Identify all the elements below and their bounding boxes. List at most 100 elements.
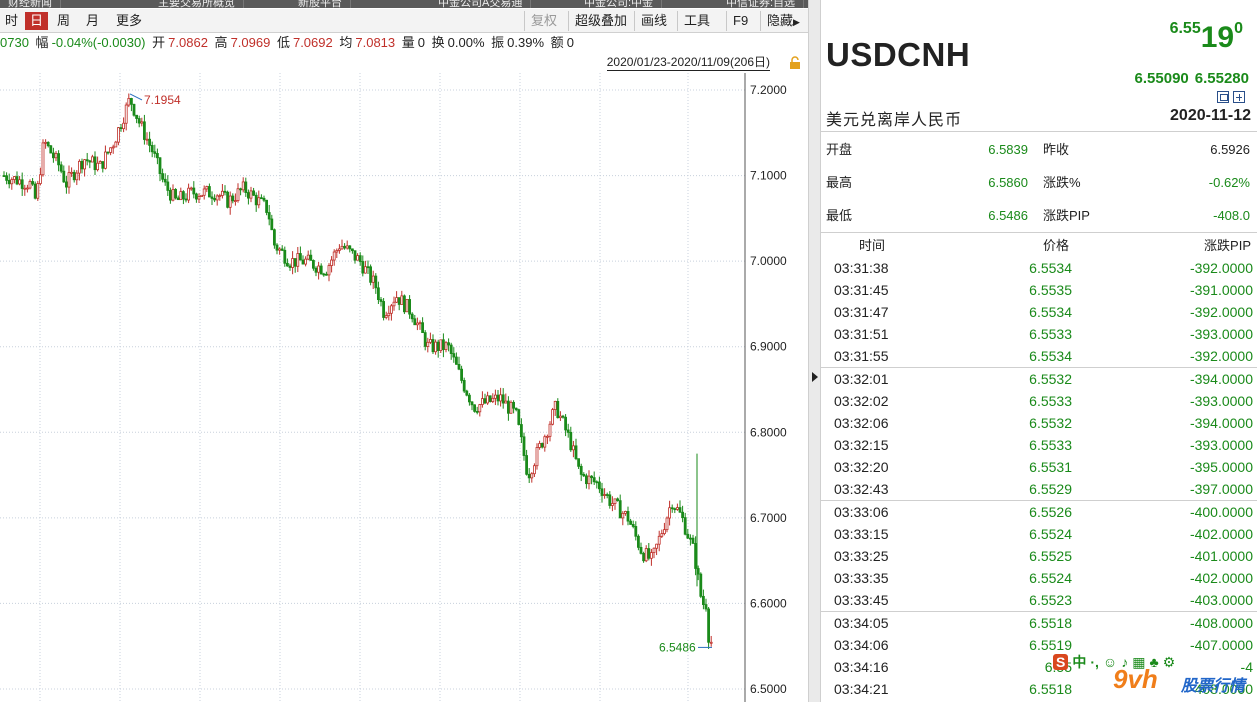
candle-up [304,258,308,265]
period-toolbar: 时 日 周 月 更多 复权 超级叠加 画线 工具 F9 隐藏▶ [0,9,808,33]
divider [821,131,1257,132]
tick-price: 6.5532 [1029,415,1072,431]
tick-change: -392.0000 [1189,304,1253,320]
candle-up [426,341,430,347]
candle-up [171,189,175,201]
candle-down [270,218,274,231]
candle-down [223,190,227,193]
candle-up [405,299,409,313]
tick-change: -394.0000 [1189,415,1253,431]
bid-price: 6.55090 [1134,70,1189,87]
tick-time: 03:32:01 [834,371,889,387]
candle-down [496,394,500,402]
candle-down [397,297,401,305]
candle-down [239,188,243,191]
amplitude-label: 振 [491,35,505,50]
ticks-list[interactable]: 03:31:38 6.5534 -392.0000 03:31:45 6.5535 -39… [821,257,1257,700]
candle-down [361,261,365,274]
tools-button[interactable]: 工具 [677,11,716,31]
candle-down [137,118,141,124]
panel-collapse-handle[interactable] [808,0,821,702]
tick-time: 03:34:06 [834,637,889,653]
tool-icon: ⚙ [1162,654,1176,670]
candle-down [691,537,695,544]
period-day[interactable]: 日 [25,12,49,30]
app-tab[interactable]: 中信证券:自选 [718,0,805,8]
period-more[interactable]: 更多 [111,12,147,30]
candle-up [428,339,432,343]
candle-down [564,416,567,431]
overlay-button[interactable]: 超级叠加 [568,11,633,31]
period-hour[interactable]: 时 [0,12,23,30]
candle-down [358,255,362,262]
candle-down [634,526,638,537]
tick-price: 6.5534 [1029,304,1072,320]
candle-up [41,142,45,176]
adjust-button[interactable]: 复权 [524,11,563,31]
app-tab[interactable]: 中金公司:中金 [576,0,663,8]
candle-up [54,153,58,159]
candle-up [124,104,128,124]
candle-up [434,341,438,353]
candle-up [660,533,664,537]
add-icon[interactable] [1233,91,1245,103]
tick-row: 03:33:15 6.5524 -402.0000 [821,523,1257,545]
candle-up [98,161,102,164]
tick-time: 03:31:38 [834,260,889,276]
stat-value: 6.5839 [988,142,1028,157]
period-month[interactable]: 月 [81,12,104,30]
stat-label: 开盘 [826,142,853,157]
tick-change: -408.0000 [1189,615,1253,631]
f9-button[interactable]: F9 [726,11,754,31]
candlestick-chart[interactable]: 7.2000 7.1000 7.0000 6.9000 6.8000 6.7000 6.60… [0,73,808,702]
candle-down [259,197,263,200]
tick-time: 03:32:06 [834,415,889,431]
candle-down [106,151,110,154]
change-label: 幅 [35,35,49,50]
quote-date: 2020-11-12 [1170,107,1251,124]
candle-up [559,415,562,419]
stats-table: 开盘 6.5839 昨收 6.5926 最高 6.5860 涨跌% -0.62%… [821,133,1257,232]
candle-down [574,445,578,460]
candle-down [598,481,601,490]
candle-up [122,122,125,130]
candle-down [702,595,705,605]
app-tab[interactable]: 中金公司A交易通 [430,0,532,8]
app-tab[interactable]: 主要交易所概览 [150,0,244,8]
candle-down [465,390,469,396]
draw-line-button[interactable]: 画线 [634,11,673,31]
period-week[interactable]: 周 [52,12,75,30]
tick-change: -393.0000 [1189,393,1253,409]
chinese-input-icon: 中 [1072,654,1087,670]
lock-icon[interactable] [788,56,802,70]
tick-row: 03:31:38 6.5534 -392.0000 [821,257,1257,279]
candle-up [220,190,224,196]
candle-down [642,552,645,562]
tick-time: 03:31:47 [834,304,889,320]
divider [821,232,1257,233]
app-tab[interactable]: 财经新闻 [0,0,61,8]
tick-row: 03:32:15 6.5533 -393.0000 [821,434,1257,456]
candle-down [194,193,198,200]
candle-up [335,250,339,253]
tick-time: 03:31:51 [834,326,889,342]
app-tab[interactable]: 新股平台 [290,0,351,8]
tick-time: 03:33:45 [834,592,889,608]
candle-up [480,398,484,405]
hide-button[interactable]: 隐藏▶ [760,11,806,31]
tick-time: 03:34:16 [834,659,889,675]
candle-down [5,175,8,181]
stat-label: 涨跌% [1043,175,1081,190]
candle-down [161,173,165,180]
date-range-text[interactable]: 2020/01/23-2020/11/09(206日) [606,55,770,71]
candle-down [192,187,196,195]
tick-price: 6.5525 [1029,548,1072,564]
tick-change: -392.0000 [1189,260,1253,276]
watermark: S 中 ·, ☺ ♪ ▦ ♣ ⚙ 9vh 股票行情 [1053,652,1257,702]
candle-down [324,273,328,276]
tick-row: 03:33:35 6.5524 -402.0000 [821,567,1257,589]
screen-icon[interactable] [1217,91,1229,103]
tick-time: 03:33:15 [834,526,889,542]
candle-down [301,259,305,265]
candle-up [70,171,73,174]
